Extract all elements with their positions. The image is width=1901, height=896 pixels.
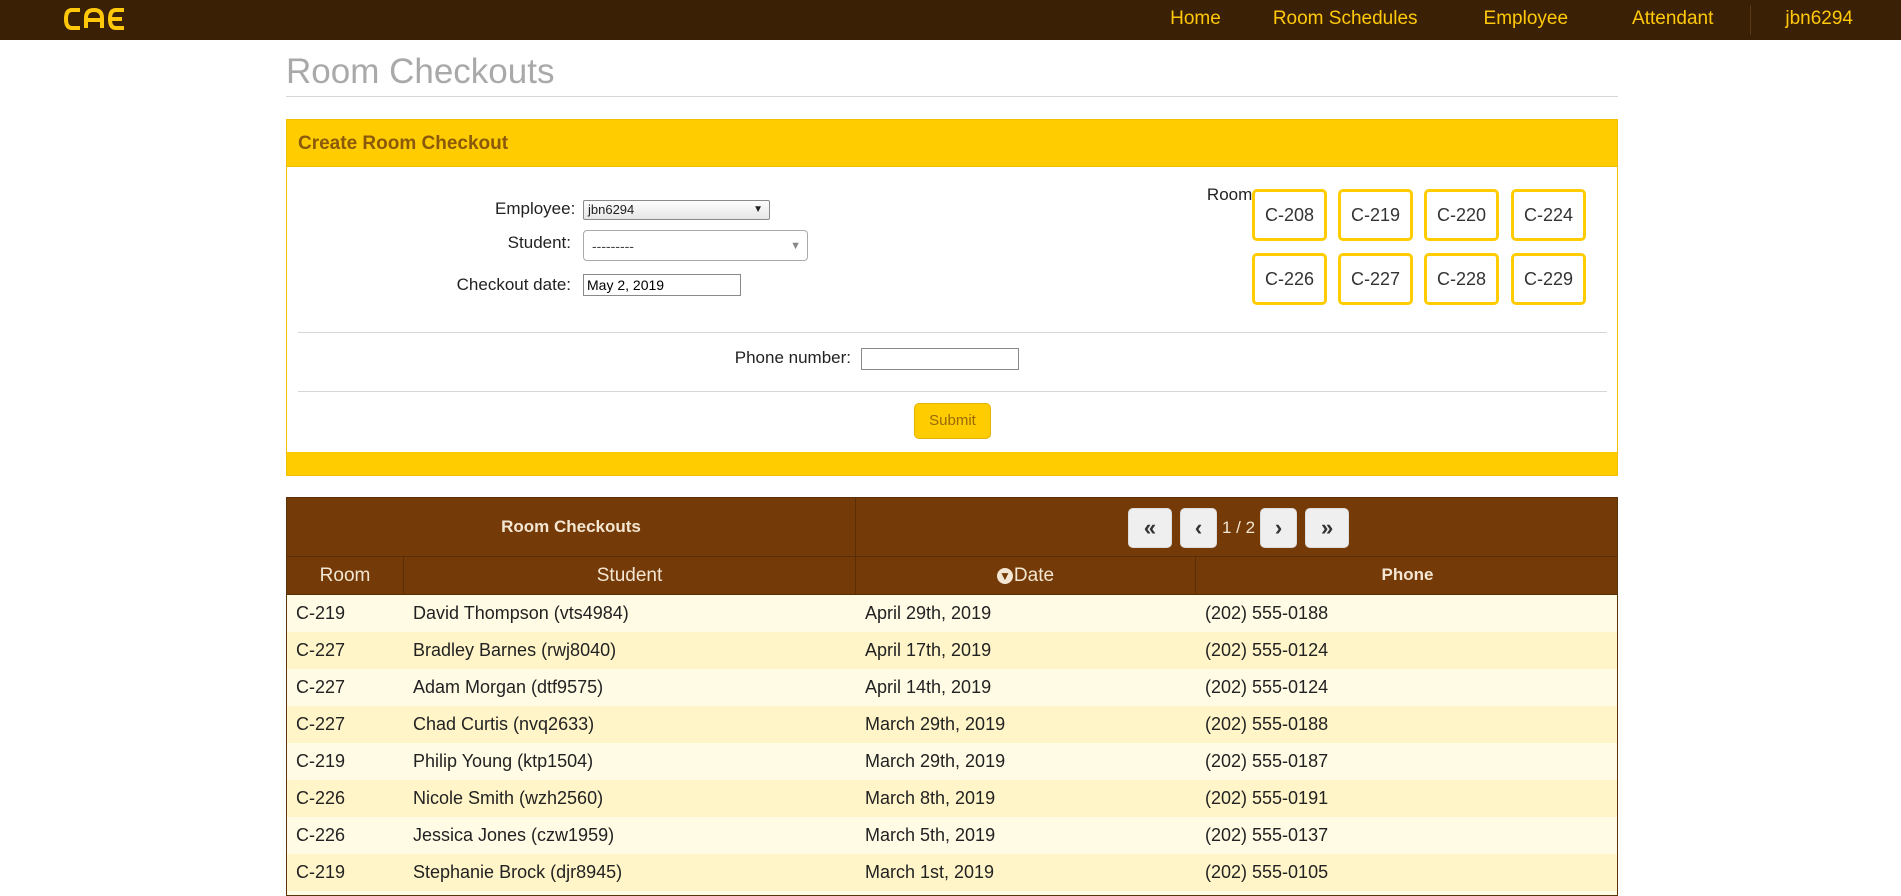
last-page-button[interactable]: » — [1305, 508, 1350, 548]
dropdown-arrow-icon: ▼ — [753, 204, 763, 215]
column-header-phone[interactable]: Phone — [1196, 557, 1617, 595]
cell-room: C-226 — [296, 788, 346, 808]
cell-phone: (202) 555-0188 — [1205, 603, 1329, 623]
table-title: Room Checkouts — [287, 498, 856, 557]
form-divider — [298, 391, 1607, 392]
table-row[interactable]: C-219 Stephanie Brock (djr8945) March 1s… — [287, 854, 1617, 891]
student-select[interactable]: --------- ▼ — [583, 230, 808, 261]
form-divider — [298, 332, 1607, 333]
title-divider — [286, 96, 1618, 97]
cell-student: Bradley Barnes (rwj8040) — [413, 640, 617, 660]
cell-date: April 17th, 2019 — [865, 640, 992, 660]
page-title: Room Checkouts — [286, 52, 555, 91]
room-button-c227[interactable]: C-227 — [1338, 253, 1413, 305]
cell-date: March 29th, 2019 — [865, 714, 1006, 734]
cell-student: Jessica Jones (czw1959) — [413, 825, 615, 845]
table-row[interactable]: C-227 Adam Morgan (dtf9575) April 14th, … — [287, 669, 1617, 706]
room-button-c228[interactable]: C-228 — [1424, 253, 1499, 305]
room-button-c220[interactable]: C-220 — [1424, 189, 1499, 241]
first-page-button[interactable]: « — [1128, 508, 1172, 548]
cell-student: Stephanie Brock (djr8945) — [413, 862, 623, 882]
column-header-date[interactable]: ▼ Date — [856, 557, 1196, 595]
nav-links: Home Room Schedules Employee Attendant j… — [1170, 0, 1901, 40]
cell-room: C-219 — [296, 862, 346, 882]
table-row[interactable]: C-226 Nicole Smith (wzh2560) March 8th, … — [287, 780, 1617, 817]
employee-select-value: jbn6294 — [588, 202, 635, 217]
top-navbar: Home Room Schedules Employee Attendant j… — [0, 0, 1901, 40]
nav-divider — [1750, 5, 1752, 35]
table-row[interactable]: C-219 Philip Young (ktp1504) March 29th,… — [287, 743, 1617, 780]
panel-title: Create Room Checkout — [287, 120, 1617, 167]
room-button-c226[interactable]: C-226 — [1252, 253, 1327, 305]
cell-date: April 29th, 2019 — [865, 603, 992, 623]
next-page-button[interactable]: › — [1260, 508, 1298, 548]
student-select-value: --------- — [592, 238, 634, 254]
cell-student: Chad Curtis (nvq2633) — [413, 714, 595, 734]
cae-logo[interactable] — [62, 4, 140, 34]
nav-user-link[interactable]: jbn6294 — [1785, 0, 1853, 40]
room-label: Room: — [1206, 185, 1257, 204]
submit-button[interactable]: Submit — [914, 403, 991, 439]
double-chevron-left-icon: « — [1143, 515, 1157, 540]
panel-footer — [287, 452, 1617, 475]
table-row[interactable]: C-226 Jessica Jones (czw1959) March 5th,… — [287, 817, 1617, 854]
cell-student: Philip Young (ktp1504) — [413, 751, 594, 771]
cell-room: C-219 — [296, 603, 346, 623]
cell-room: C-227 — [296, 714, 346, 734]
nav-attendant-link[interactable]: Attendant — [1632, 0, 1713, 40]
employee-select[interactable]: jbn6294 ▼ — [583, 200, 770, 220]
cell-room: C-226 — [296, 825, 346, 845]
table-header: Room Student ▼ Date Phone — [287, 557, 1617, 595]
cell-room: C-227 — [296, 677, 346, 697]
student-label: Student: — [507, 233, 571, 252]
room-checkouts-table: Room Checkouts « ‹ 1 / 2 › » Room Studen… — [286, 497, 1618, 896]
room-button-c224[interactable]: C-224 — [1511, 189, 1586, 241]
cell-student: Adam Morgan (dtf9575) — [413, 677, 604, 697]
cell-room: C-227 — [296, 640, 346, 660]
room-button-c208[interactable]: C-208 — [1252, 189, 1327, 241]
cell-phone: (202) 555-0191 — [1205, 788, 1329, 808]
cell-phone: (202) 555-0124 — [1205, 640, 1329, 660]
nav-room-schedules-link[interactable]: Room Schedules — [1273, 0, 1418, 40]
table-row[interactable]: C-219 David Thompson (vts4984) April 29t… — [287, 595, 1617, 632]
cell-date: March 29th, 2019 — [865, 751, 1006, 771]
pagination: « ‹ 1 / 2 › » — [1128, 508, 1350, 548]
table-row[interactable]: C-227 Bradley Barnes (rwj8040) April 17t… — [287, 632, 1617, 669]
cell-phone: (202) 555-0137 — [1205, 825, 1329, 845]
phone-number-input[interactable] — [861, 348, 1019, 370]
column-header-student[interactable]: Student — [404, 557, 856, 595]
create-checkout-panel: Create Room Checkout Employee: jbn6294 ▼… — [286, 119, 1618, 476]
cell-phone: (202) 555-0105 — [1205, 862, 1329, 882]
dropdown-arrow-icon: ▼ — [790, 240, 801, 252]
phone-number-label: Phone number: — [734, 348, 851, 367]
table-body: C-219 David Thompson (vts4984) April 29t… — [287, 595, 1617, 891]
sort-descending-icon: ▼ — [996, 568, 1013, 584]
double-chevron-right-icon: » — [1320, 515, 1334, 540]
nav-home-link[interactable]: Home — [1170, 0, 1221, 40]
checkout-date-label: Checkout date: — [456, 275, 571, 294]
room-button-c229[interactable]: C-229 — [1511, 253, 1586, 305]
cell-date: April 14th, 2019 — [865, 677, 992, 697]
cell-date: March 5th, 2019 — [865, 825, 996, 845]
cell-room: C-219 — [296, 751, 346, 771]
cell-date: March 8th, 2019 — [865, 788, 996, 808]
page-indicator: 1 / 2 — [1222, 518, 1256, 537]
chevron-right-icon: › — [1274, 515, 1283, 540]
cell-phone: (202) 555-0187 — [1205, 751, 1329, 771]
employee-label: Employee: — [495, 199, 576, 218]
table-row[interactable]: C-227 Chad Curtis (nvq2633) March 29th, … — [287, 706, 1617, 743]
previous-page-button[interactable]: ‹ — [1180, 508, 1217, 548]
cell-date: March 1st, 2019 — [865, 862, 995, 882]
column-header-room[interactable]: Room — [287, 557, 404, 595]
column-header-date-label: Date — [1013, 565, 1055, 586]
chevron-left-icon: ‹ — [1194, 515, 1203, 540]
table-toolbar: Room Checkouts « ‹ 1 / 2 › » — [287, 498, 1617, 557]
cell-phone: (202) 555-0188 — [1205, 714, 1329, 734]
cell-student: David Thompson (vts4984) — [413, 603, 629, 623]
checkout-date-input[interactable] — [583, 274, 741, 296]
room-button-c219[interactable]: C-219 — [1338, 189, 1413, 241]
nav-employee-link[interactable]: Employee — [1484, 0, 1569, 40]
cell-student: Nicole Smith (wzh2560) — [413, 788, 604, 808]
cell-phone: (202) 555-0124 — [1205, 677, 1329, 697]
